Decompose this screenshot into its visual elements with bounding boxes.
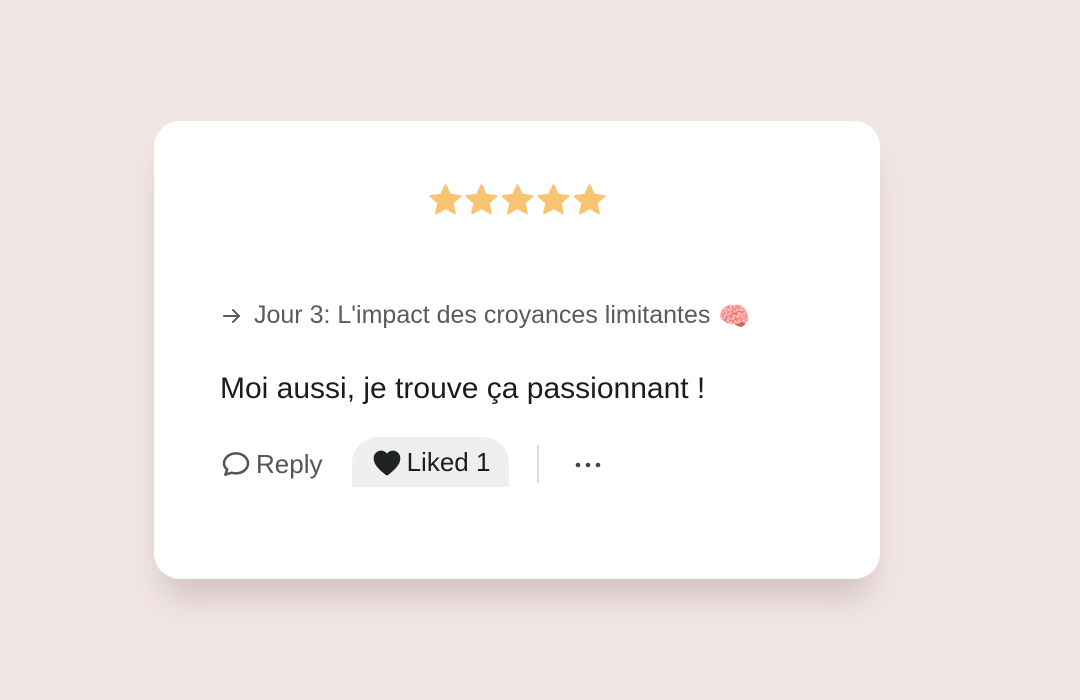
liked-label: Liked 1 <box>406 446 491 477</box>
lesson-title: Jour 3: L'impact des croyances limitante… <box>254 301 711 329</box>
star-icon <box>464 183 499 218</box>
more-horizontal-icon <box>574 461 602 469</box>
lesson-link[interactable]: Jour 3: L'impact des croyances limitante… <box>220 301 751 330</box>
arrow-right-icon <box>220 304 254 328</box>
speech-bubble-icon <box>220 448 252 480</box>
heart-icon <box>371 447 403 477</box>
divider <box>537 445 539 483</box>
comment-text: Moi aussi, je trouve ça passionnant ! <box>220 372 706 405</box>
more-options-button[interactable] <box>573 447 603 483</box>
star-icon <box>572 183 607 218</box>
star-icon <box>536 183 571 218</box>
like-button[interactable]: Liked 1 <box>352 437 509 487</box>
reply-label: Reply <box>256 448 323 479</box>
star-icon <box>428 183 463 218</box>
comment-actions: Reply Liked 1 <box>220 437 820 491</box>
reply-button[interactable]: Reply <box>220 437 322 491</box>
star-rating <box>428 183 607 218</box>
brain-emoji: 🧠 <box>718 300 751 331</box>
comment-card: Jour 3: L'impact des croyances limitante… <box>154 121 880 579</box>
star-icon <box>500 183 535 218</box>
